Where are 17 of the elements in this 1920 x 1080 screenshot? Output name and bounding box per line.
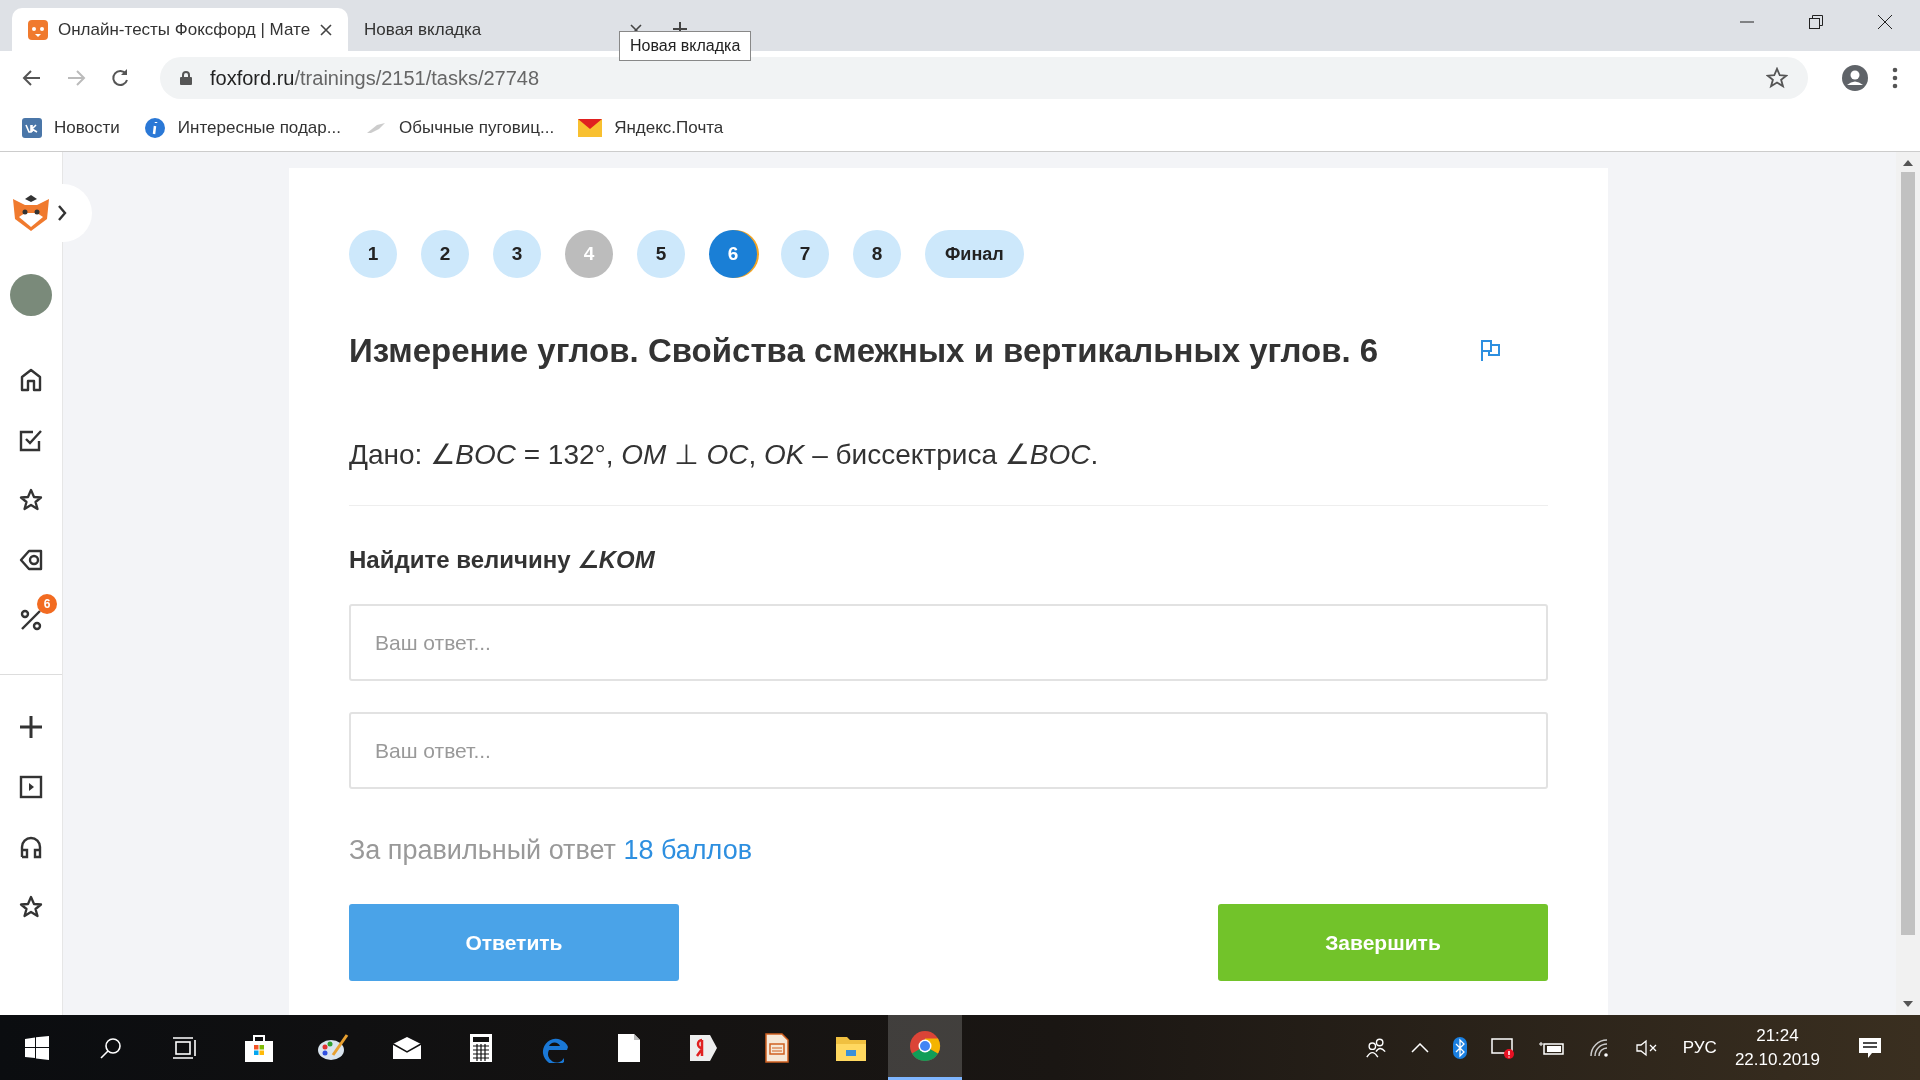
notification-badge: 6: [37, 594, 57, 614]
bookmark-label: Яндекс.Почта: [614, 118, 724, 138]
bookmark-label: Интересные подар...: [177, 118, 341, 138]
bookmark-label: Новости: [54, 118, 120, 138]
task-condition: Дано: ∠BOC = 132°, OM ⊥ OC, OK – биссектриса ∠BOC.: [349, 438, 1100, 471]
tab-title: Новая вкладка: [364, 19, 483, 40]
points-label: За правильный ответ: [349, 835, 616, 865]
points-value: 18 баллов: [623, 835, 753, 865]
task-title: Измерение углов. Свойства смежных и вертикальных углов. 6: [349, 332, 1379, 370]
url-path: /trainings/2151/tasks/27748: [294, 66, 540, 89]
url-host: foxford.ru: [210, 66, 295, 89]
task-question: Найдите величину ∠KOM: [349, 546, 656, 574]
tab-title: Онлайн-тесты Фоксфорд | Мате: [58, 19, 311, 40]
clock-date: 22.10.2019: [1734, 1049, 1820, 1070]
tooltip: Новая вкладка: [619, 31, 752, 61]
clock-time: 21:24: [1756, 1025, 1799, 1046]
bookmark-label: Обычные пуговиц...: [398, 118, 555, 138]
